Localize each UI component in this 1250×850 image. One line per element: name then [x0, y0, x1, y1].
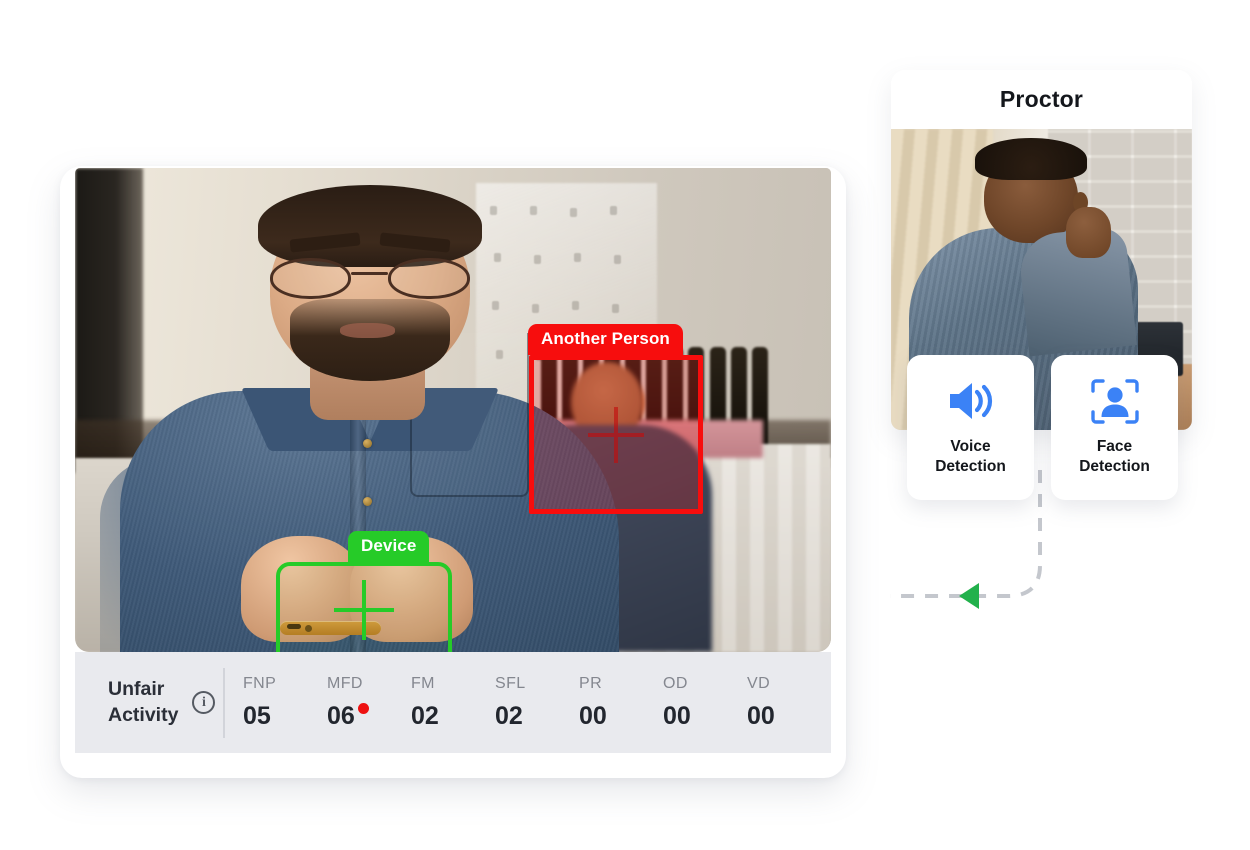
face-detection-card[interactable]: Face Detection: [1051, 355, 1178, 500]
screenshot-root: Another Person Device Unfair Activity i …: [0, 0, 1250, 850]
alert-dot-icon: [357, 702, 369, 714]
face-scan-icon: [1089, 378, 1141, 424]
proctor-hair: [975, 138, 1087, 181]
metric-fnp[interactable]: FNP 05: [243, 675, 327, 731]
metrics-list: FNP 05 MFD 06 FM 02 SFL 02 PR 00 OD 00 V…: [229, 675, 831, 731]
detection-label-device: Device: [348, 531, 430, 562]
metric-key: FNP: [243, 674, 277, 692]
metric-value-wrap: 00: [747, 702, 775, 731]
proctor-header: Proctor: [891, 70, 1192, 129]
detection-label-another-person: Another Person: [528, 324, 683, 355]
voice-detection-card[interactable]: Voice Detection: [907, 355, 1034, 500]
metric-value: 00: [747, 701, 775, 730]
metric-value: 00: [579, 701, 607, 730]
metric-key: FM: [411, 674, 435, 692]
candidate-video-feed[interactable]: [75, 168, 831, 652]
info-circle-icon[interactable]: i: [192, 691, 216, 714]
face-detection-label: Face Detection: [1079, 438, 1150, 475]
metric-value: 02: [495, 701, 523, 730]
metric-value-wrap: 02: [411, 702, 439, 731]
crosshair-icon: [588, 406, 644, 463]
metric-key: VD: [747, 674, 771, 692]
metric-value-wrap: 05: [243, 702, 271, 731]
metric-value-wrap: 00: [663, 702, 691, 731]
proctor-title: Proctor: [999, 86, 1084, 112]
stats-title-group: Unfair Activity i: [75, 677, 221, 729]
metric-value-wrap: 06: [327, 702, 369, 731]
metric-value: 02: [411, 701, 439, 730]
metric-value: 06: [327, 701, 355, 730]
stats-divider: [223, 667, 225, 738]
metric-value: 00: [663, 701, 691, 730]
crosshair-icon: [334, 580, 394, 641]
metric-od[interactable]: OD 00: [663, 675, 747, 731]
metric-key: PR: [579, 674, 603, 692]
metric-value-wrap: 02: [495, 702, 523, 731]
metric-key: MFD: [327, 674, 363, 692]
stats-title: Unfair Activity: [108, 677, 179, 726]
metric-fm[interactable]: FM 02: [411, 675, 495, 731]
video-background: [75, 168, 831, 652]
connector-arrowhead-icon: [959, 583, 979, 609]
metric-vd[interactable]: VD 00: [747, 675, 831, 731]
unfair-activity-stats-bar: Unfair Activity i FNP 05 MFD 06 FM 02 SF…: [75, 652, 831, 753]
eyeglasses: [268, 257, 473, 299]
metric-key: SFL: [495, 674, 526, 692]
metric-pr[interactable]: PR 00: [579, 675, 663, 731]
metric-sfl[interactable]: SFL 02: [495, 675, 579, 731]
metric-value: 05: [243, 701, 271, 730]
detection-rect: [529, 355, 703, 514]
metric-key: OD: [663, 674, 688, 692]
speaker-volume-icon: [945, 378, 997, 424]
metric-value-wrap: 00: [579, 702, 607, 731]
metric-mfd[interactable]: MFD 06: [327, 675, 411, 731]
voice-detection-label: Voice Detection: [935, 438, 1006, 475]
detection-box-another-person[interactable]: Another Person: [528, 324, 703, 514]
proctor-hand: [1065, 207, 1111, 259]
